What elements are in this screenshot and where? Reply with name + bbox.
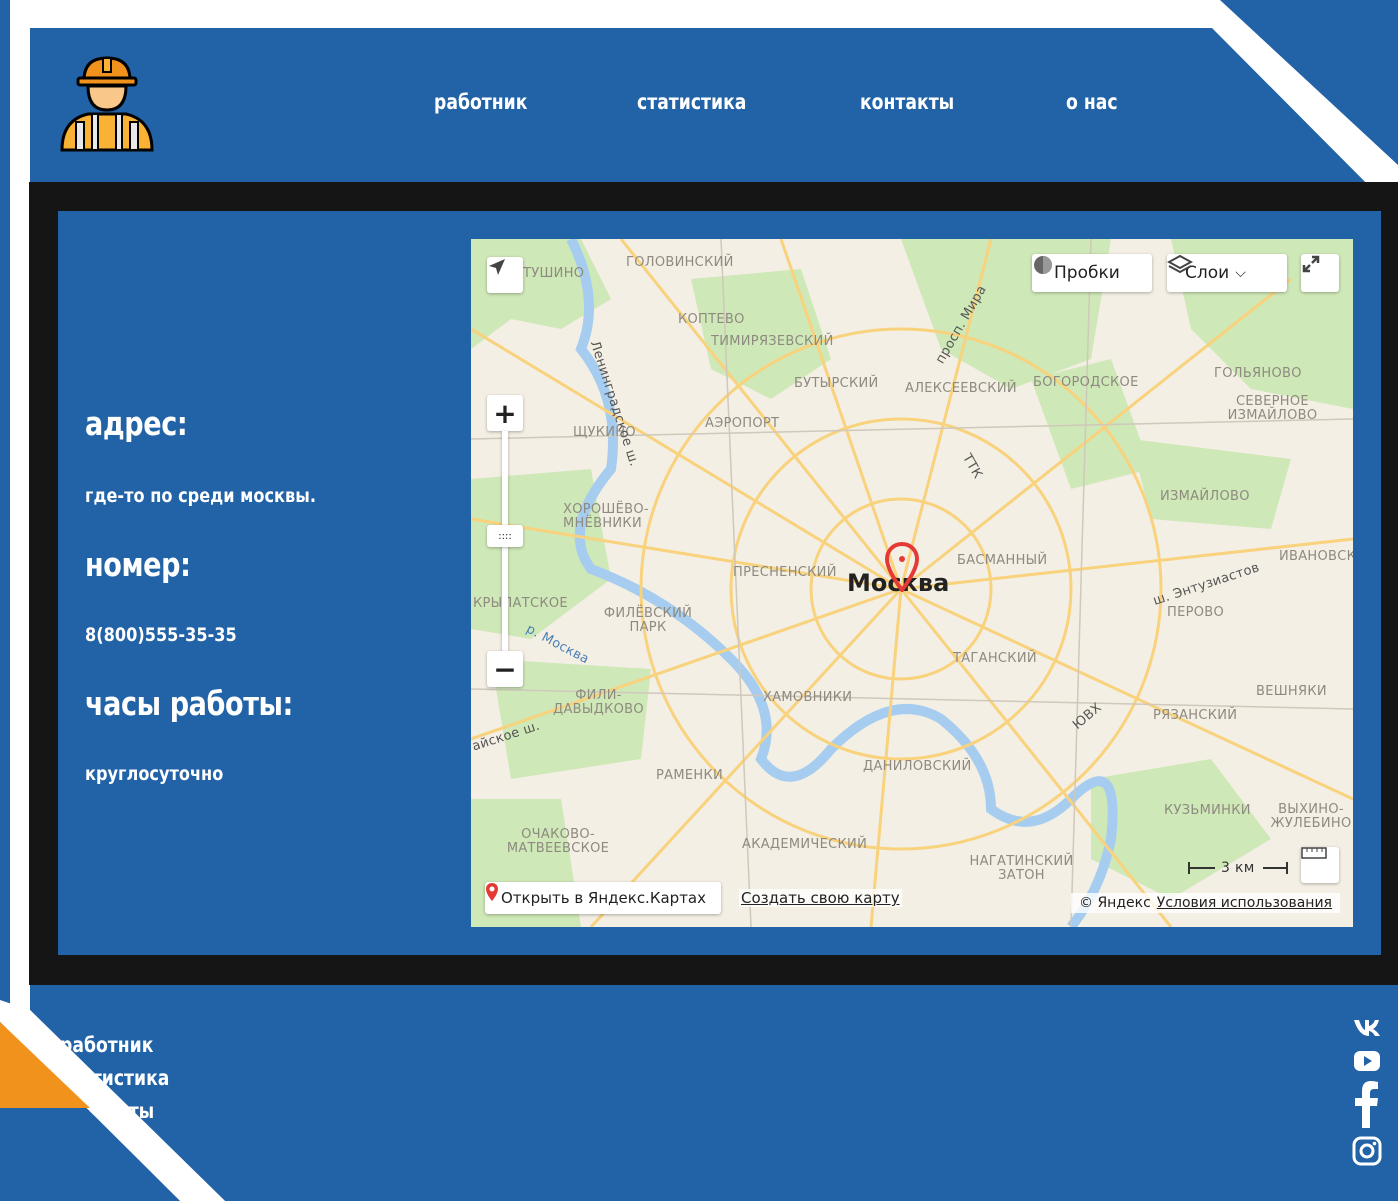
- facebook-icon[interactable]: [1352, 1080, 1382, 1128]
- create-map-link[interactable]: Создать свою карту: [739, 889, 902, 907]
- hours-heading: часы работы:: [85, 684, 293, 723]
- map-district-label: ТИМИРЯЗЕВСКИЙ: [711, 334, 834, 349]
- nav-about[interactable]: о нас: [1066, 90, 1118, 114]
- youtube-icon[interactable]: [1352, 1046, 1382, 1076]
- map-district-label: ХАМОВНИКИ: [763, 690, 853, 705]
- ruler-icon: [1301, 847, 1327, 859]
- map-district-label: РЯЗАНСКИЙ: [1153, 708, 1238, 723]
- map-marker-icon: [486, 883, 498, 901]
- fullscreen-button[interactable]: [1301, 254, 1339, 292]
- location-arrow-icon: [489, 259, 505, 275]
- ruler-button[interactable]: [1301, 847, 1339, 883]
- hours-text: круглосуточно: [85, 763, 224, 785]
- open-in-yandex-label: Открыть в Яндекс.Картах: [501, 889, 706, 907]
- map-district-label: КОПТЕВО: [678, 312, 745, 327]
- map-district-label: БОГОРОДСКОЕ: [1033, 375, 1139, 390]
- layers-icon: [1167, 254, 1193, 274]
- map-district-label: БАСМАННЫЙ: [957, 553, 1048, 568]
- scale-label: 3 км: [1221, 860, 1255, 876]
- map-district-label: РАМЕНКИ: [656, 768, 723, 783]
- phone-heading: номер:: [85, 545, 191, 584]
- map-district-label: ГОЛОВИНСКИЙ: [626, 255, 734, 270]
- map-district-label: ТАГАНСКИЙ: [953, 651, 1037, 666]
- address-text: где-то по среди москвы.: [85, 485, 316, 507]
- map-district-label: КУЗЬМИНКИ: [1164, 803, 1251, 818]
- layers-button[interactable]: Слои ⌵: [1167, 254, 1287, 292]
- vk-icon[interactable]: [1352, 1012, 1382, 1042]
- map-district-label: АКАДЕМИЧЕСКИЙ: [742, 837, 868, 852]
- minus-icon: −: [493, 652, 517, 686]
- map-district-label: ВЫХИНО-ЖУЛЕБИНО: [1270, 802, 1352, 831]
- open-in-yandex-button[interactable]: Открыть в Яндекс.Картах: [485, 882, 721, 914]
- expand-icon: [1302, 255, 1320, 273]
- nav-worker[interactable]: работник: [434, 90, 527, 114]
- phone-text[interactable]: 8(800)555-35-35: [85, 624, 237, 646]
- zoom-in-button[interactable]: +: [487, 395, 523, 431]
- map-district-label: НАГАТИНСКИЙ ЗАТОН: [969, 854, 1074, 883]
- map-district-label: БУТЫРСКИЙ: [794, 376, 879, 391]
- terms-link[interactable]: Условия использования: [1157, 895, 1332, 911]
- geolocation-button[interactable]: [487, 257, 523, 293]
- traffic-light-icon: [1034, 256, 1052, 274]
- instagram-icon[interactable]: [1352, 1136, 1382, 1166]
- worker-helmet-icon[interactable]: [58, 56, 156, 154]
- map-pin-icon[interactable]: [885, 542, 919, 592]
- map-district-label: ТУШИНО: [523, 266, 585, 281]
- map-district-label: ИВАНОВСКОЕ: [1279, 549, 1353, 564]
- map-copyright-bar: © Яндекс Условия использования: [1071, 893, 1340, 913]
- map-district-label: ХОРОШЁВО-МНЁВНИКИ: [563, 502, 649, 531]
- copyright-text: © Яндекс: [1079, 895, 1151, 911]
- map-district-label: ПРЕСНЕНСКИЙ: [733, 565, 837, 580]
- map-district-label: КРЫЛАТСКОЕ: [473, 596, 568, 611]
- grip-icon: ::::: [498, 530, 512, 542]
- nav-statistics[interactable]: статистика: [637, 90, 746, 114]
- map-district-label: ВЕШНЯКИ: [1256, 684, 1327, 699]
- map-district-label: ГОЛЬЯНОВО: [1214, 366, 1302, 381]
- yandex-map[interactable]: ГОЛОВИНСКИЙ ТУШИНО КОПТЕВО ТИМИРЯЗЕВСКИЙ…: [471, 239, 1353, 927]
- map-district-label: ФИЛИ-ДАВЫДКОВО: [553, 688, 644, 717]
- chevron-down-icon: ⌵: [1235, 265, 1246, 281]
- zoom-slider-handle[interactable]: ::::: [487, 525, 523, 547]
- map-district-label: АЭРОПОРТ: [705, 416, 780, 431]
- map-district-label: ОЧАКОВО-МАТВЕЕВСКОЕ: [506, 827, 610, 856]
- traffic-label: Пробки: [1054, 263, 1120, 283]
- map-district-label: ДАНИЛОВСКИЙ: [863, 759, 972, 774]
- address-heading: адрес:: [85, 404, 188, 443]
- traffic-button[interactable]: Пробки: [1032, 254, 1152, 292]
- white-diagonal-decoration: [0, 1000, 225, 1201]
- nav-contacts[interactable]: контакты: [860, 90, 954, 114]
- plus-icon: +: [493, 396, 517, 430]
- map-district-label: СЕВЕРНОЕ ИЗМАЙЛОВО: [1227, 394, 1318, 423]
- map-district-label: ИЗМАЙЛОВО: [1160, 489, 1250, 504]
- zoom-out-button[interactable]: −: [487, 651, 523, 687]
- map-district-label: ФИЛЁВСКИЙ ПАРК: [603, 606, 693, 635]
- map-district-label: ПЕРОВО: [1167, 605, 1225, 620]
- orange-side-decoration: [0, 40, 30, 1106]
- map-district-label: АЛЕКСЕЕВСКИЙ: [905, 381, 1017, 396]
